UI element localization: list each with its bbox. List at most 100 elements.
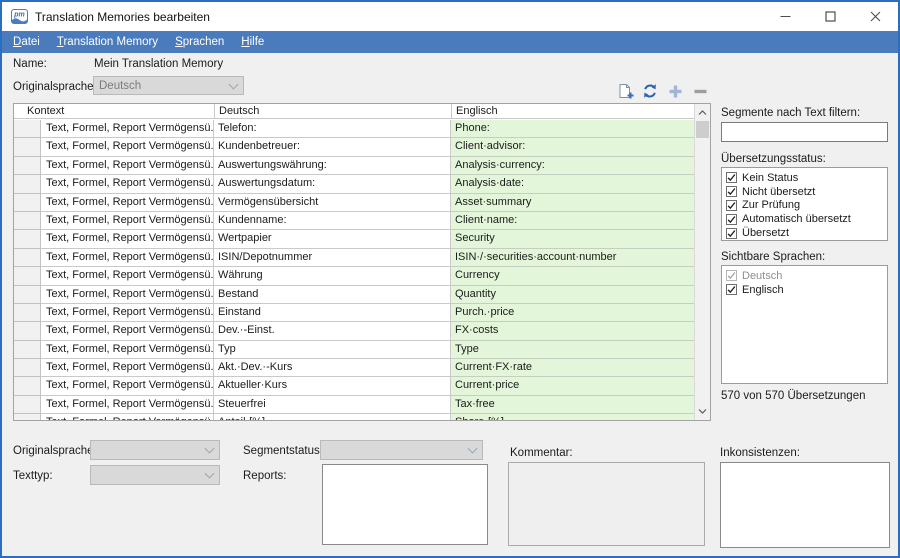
- column-header-deutsch[interactable]: Deutsch: [214, 104, 451, 118]
- context-cell[interactable]: Text, Formel, Report Vermögensü...: [41, 175, 214, 193]
- status-option[interactable]: Kein Status: [726, 171, 883, 185]
- context-cell[interactable]: Text, Formel, Report Vermögensü...: [41, 377, 214, 395]
- status-option[interactable]: Zur Prüfung: [726, 199, 883, 213]
- target-cell[interactable]: Tax·free: [451, 396, 694, 414]
- table-row[interactable]: Text, Formel, Report Vermögensü... ISIN/…: [14, 249, 694, 267]
- scroll-down-icon[interactable]: [695, 403, 710, 419]
- source-cell[interactable]: Akt.·Dev.·-Kurs: [214, 359, 451, 377]
- source-cell[interactable]: Wertpapier: [214, 230, 451, 248]
- menu-item[interactable]: Translation Memory: [57, 31, 158, 53]
- table-row[interactable]: Text, Formel, Report Vermögensü... Dev.·…: [14, 322, 694, 340]
- context-cell[interactable]: Text, Formel, Report Vermögensü...: [41, 304, 214, 322]
- row-selector[interactable]: [14, 414, 41, 420]
- source-cell[interactable]: Typ: [214, 341, 451, 359]
- language-option[interactable]: Englisch: [726, 283, 883, 297]
- column-header-kontext[interactable]: Kontext: [14, 104, 214, 118]
- context-cell[interactable]: Text, Formel, Report Vermögensü...: [41, 120, 214, 138]
- context-cell[interactable]: Text, Formel, Report Vermögensü...: [41, 359, 214, 377]
- source-cell[interactable]: ISIN/Depotnummer: [214, 249, 451, 267]
- target-cell[interactable]: Analysis·currency:: [451, 157, 694, 175]
- table-row[interactable]: Text, Formel, Report Vermögensü... Auswe…: [14, 157, 694, 175]
- row-selector[interactable]: [14, 230, 41, 248]
- scrollbar-thumb[interactable]: [696, 121, 709, 138]
- context-cell[interactable]: Text, Formel, Report Vermögensü...: [41, 194, 214, 212]
- target-cell[interactable]: Security: [451, 230, 694, 248]
- table-row[interactable]: Text, Formel, Report Vermögensü... Besta…: [14, 286, 694, 304]
- source-cell[interactable]: Aktueller·Kurs: [214, 377, 451, 395]
- row-selector[interactable]: [14, 396, 41, 414]
- table-row[interactable]: Text, Formel, Report Vermögensü... Kunde…: [14, 212, 694, 230]
- source-cell[interactable]: Telefon:: [214, 120, 451, 138]
- checkbox-icon[interactable]: [726, 270, 737, 281]
- target-cell[interactable]: Client·name:: [451, 212, 694, 230]
- minimize-button[interactable]: [763, 2, 808, 31]
- table-row[interactable]: Text, Formel, Report Vermögensü... Währu…: [14, 267, 694, 285]
- context-cell[interactable]: Text, Formel, Report Vermögensü...: [41, 341, 214, 359]
- target-cell[interactable]: ISIN·/·securities·account·number: [451, 249, 694, 267]
- refresh-icon[interactable]: [641, 82, 659, 100]
- target-cell[interactable]: Purch.·price: [451, 304, 694, 322]
- context-cell[interactable]: Text, Formel, Report Vermögensü...: [41, 396, 214, 414]
- row-selector[interactable]: [14, 377, 41, 395]
- status-option[interactable]: Übersetzt: [726, 226, 883, 240]
- table-row[interactable]: Text, Formel, Report Vermögensü... Vermö…: [14, 194, 694, 212]
- row-selector[interactable]: [14, 359, 41, 377]
- source-cell[interactable]: Kundenname:: [214, 212, 451, 230]
- target-cell[interactable]: Client·advisor:: [451, 138, 694, 156]
- row-selector[interactable]: [14, 194, 41, 212]
- table-row[interactable]: Text, Formel, Report Vermögensü... Einst…: [14, 304, 694, 322]
- row-selector[interactable]: [14, 212, 41, 230]
- source-cell[interactable]: Kundenbetreuer:: [214, 138, 451, 156]
- checkbox-icon[interactable]: [726, 214, 737, 225]
- add-icon[interactable]: [666, 82, 684, 100]
- context-cell[interactable]: Text, Formel, Report Vermögensü...: [41, 157, 214, 175]
- target-cell[interactable]: Quantity: [451, 286, 694, 304]
- table-row[interactable]: Text, Formel, Report Vermögensü... Akt.·…: [14, 359, 694, 377]
- source-cell[interactable]: Einstand: [214, 304, 451, 322]
- row-selector[interactable]: [14, 249, 41, 267]
- source-cell[interactable]: Anteil·[%]: [214, 414, 451, 420]
- menu-item[interactable]: Datei: [13, 31, 40, 53]
- target-cell[interactable]: Currency: [451, 267, 694, 285]
- source-cell[interactable]: Auswertungswährung:: [214, 157, 451, 175]
- target-cell[interactable]: FX·costs: [451, 322, 694, 340]
- target-cell[interactable]: Analysis·date:: [451, 175, 694, 193]
- status-option[interactable]: Nicht übersetzt: [726, 185, 883, 199]
- context-cell[interactable]: Text, Formel, Report Vermögensü...: [41, 414, 214, 420]
- row-selector[interactable]: [14, 157, 41, 175]
- language-option[interactable]: Deutsch: [726, 269, 883, 283]
- scroll-up-icon[interactable]: [695, 105, 710, 121]
- remove-icon[interactable]: [691, 82, 709, 100]
- source-cell[interactable]: Dev.·-Einst.: [214, 322, 451, 340]
- table-row[interactable]: Text, Formel, Report Vermögensü... Auswe…: [14, 175, 694, 193]
- row-selector[interactable]: [14, 120, 41, 138]
- filter-input[interactable]: [721, 122, 888, 142]
- target-cell[interactable]: Phone:: [451, 120, 694, 138]
- context-cell[interactable]: Text, Formel, Report Vermögensü...: [41, 322, 214, 340]
- table-row[interactable]: Text, Formel, Report Vermögensü... Telef…: [14, 120, 694, 138]
- table-row[interactable]: Text, Formel, Report Vermögensü... Typ T…: [14, 341, 694, 359]
- text-type-dropdown[interactable]: [90, 465, 220, 485]
- checkbox-icon[interactable]: [726, 172, 737, 183]
- table-row[interactable]: Text, Formel, Report Vermögensü... Aktue…: [14, 377, 694, 395]
- context-cell[interactable]: Text, Formel, Report Vermögensü...: [41, 267, 214, 285]
- row-selector[interactable]: [14, 267, 41, 285]
- target-cell[interactable]: Current·price: [451, 377, 694, 395]
- context-cell[interactable]: Text, Formel, Report Vermögensü...: [41, 230, 214, 248]
- target-cell[interactable]: Share·[%]: [451, 414, 694, 420]
- checkbox-icon[interactable]: [726, 186, 737, 197]
- checkbox-icon[interactable]: [726, 284, 737, 295]
- table-row[interactable]: Text, Formel, Report Vermögensü... Wertp…: [14, 230, 694, 248]
- target-cell[interactable]: Type: [451, 341, 694, 359]
- table-row[interactable]: Text, Formel, Report Vermögensü... Kunde…: [14, 138, 694, 156]
- table-row[interactable]: Text, Formel, Report Vermögensü... Antei…: [14, 414, 694, 420]
- row-selector[interactable]: [14, 341, 41, 359]
- row-selector[interactable]: [14, 304, 41, 322]
- context-cell[interactable]: Text, Formel, Report Vermögensü...: [41, 212, 214, 230]
- menu-item[interactable]: Sprachen: [175, 31, 224, 53]
- column-header-englisch[interactable]: Englisch: [451, 104, 694, 118]
- row-selector[interactable]: [14, 286, 41, 304]
- source-cell[interactable]: Steuerfrei: [214, 396, 451, 414]
- add-document-icon[interactable]: [616, 82, 634, 100]
- source-cell[interactable]: Bestand: [214, 286, 451, 304]
